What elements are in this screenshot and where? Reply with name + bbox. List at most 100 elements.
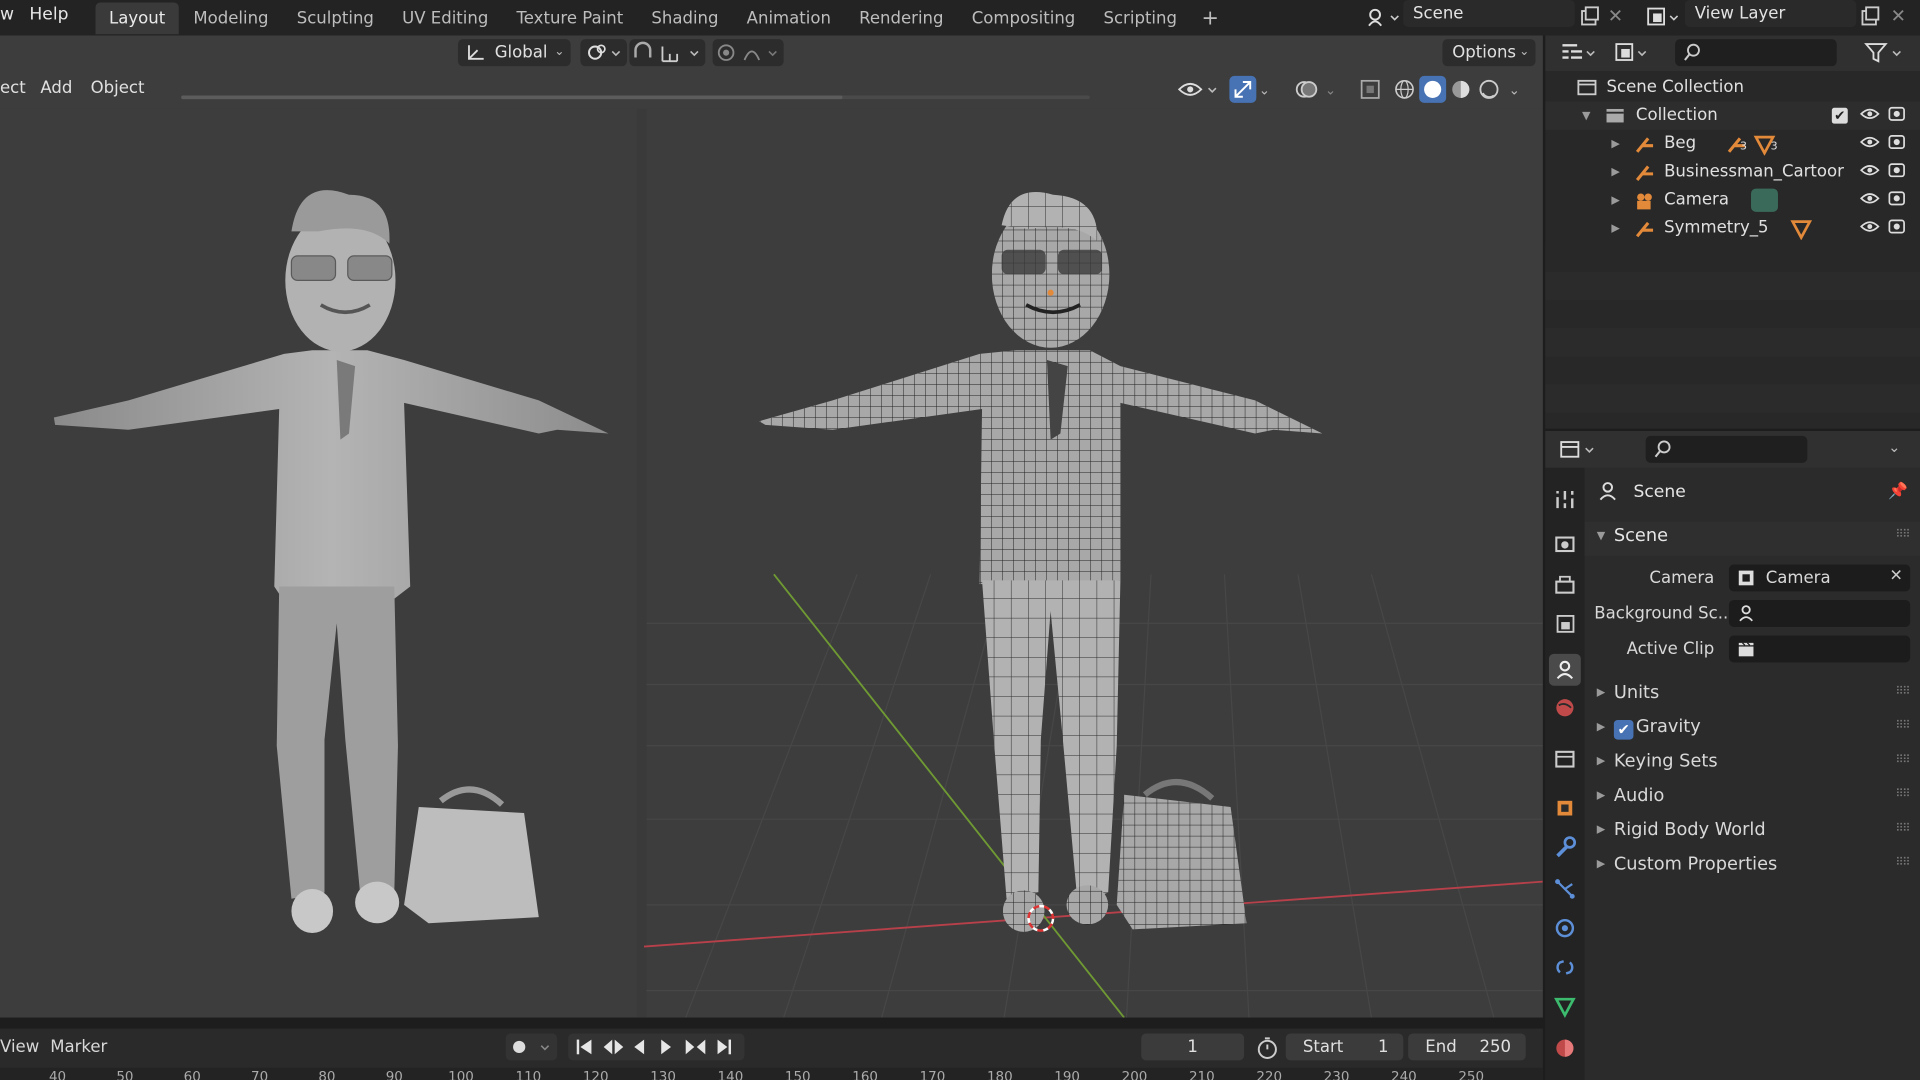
add-workspace-button[interactable]: + xyxy=(1192,2,1229,34)
drag-grip-icon[interactable]: ⠿⠿ xyxy=(1896,789,1913,801)
object-tab-icon[interactable] xyxy=(1553,796,1577,820)
eye-and-render-icons[interactable] xyxy=(1859,106,1908,242)
scene-browse-button[interactable] xyxy=(1362,4,1401,31)
view-layer-tab-icon[interactable] xyxy=(1553,612,1577,636)
outliner-row-scene-collection[interactable]: Scene Collection xyxy=(1545,73,1920,101)
expand-arrow-icon[interactable]: ▶ xyxy=(1597,687,1605,699)
clear-icon[interactable]: ✕ xyxy=(1890,567,1903,585)
physics-tab-icon[interactable] xyxy=(1553,916,1577,940)
delete-view-layer-icon[interactable]: ✕ xyxy=(1891,5,1906,27)
shading-solid[interactable] xyxy=(1419,75,1447,103)
start-frame-field[interactable]: Start 1 xyxy=(1285,1033,1404,1061)
expand-arrow-icon[interactable]: ▶ xyxy=(1597,858,1605,870)
filter-button[interactable] xyxy=(1861,39,1905,66)
display-mode-button[interactable] xyxy=(1611,39,1653,66)
constraints-tab-icon[interactable] xyxy=(1553,955,1577,979)
tab-rendering[interactable]: Rendering xyxy=(846,2,957,34)
modifier-tab-icon[interactable] xyxy=(1553,835,1577,859)
tab-compositing[interactable]: Compositing xyxy=(958,2,1089,34)
tab-uv-editing[interactable]: UV Editing xyxy=(389,2,502,34)
pivot-point-dropdown[interactable] xyxy=(580,39,627,67)
menu-object[interactable]: Object xyxy=(91,78,145,98)
view-layer-name-field[interactable]: View Layer xyxy=(1684,0,1857,27)
auto-keying-toggle[interactable] xyxy=(505,1033,558,1061)
expand-arrow-icon[interactable]: ▶ xyxy=(1597,721,1605,733)
gravity-checkbox[interactable]: ✔ xyxy=(1613,720,1634,740)
menu-view[interactable]: View xyxy=(0,1037,39,1057)
options-dropdown[interactable]: Options ⌄ xyxy=(1442,39,1536,67)
expand-arrow-icon[interactable]: ▶ xyxy=(1611,216,1619,244)
current-frame-field[interactable]: 1 xyxy=(1141,1033,1245,1061)
proportional-editing-group[interactable] xyxy=(712,39,784,67)
expand-arrow-icon[interactable]: ▶ xyxy=(1597,790,1605,802)
tab-modeling[interactable]: Modeling xyxy=(180,2,282,34)
menu-select[interactable]: ect xyxy=(0,78,26,98)
tab-animation[interactable]: Animation xyxy=(733,2,844,34)
overlays-toggle[interactable] xyxy=(1293,76,1320,103)
chevron-down-icon[interactable]: ⌄ xyxy=(1259,82,1270,98)
exclude-checkbox[interactable]: ✔ xyxy=(1831,107,1848,124)
section-gravity[interactable]: ▶ ✔ Gravity ⠿⠿ xyxy=(1584,713,1920,747)
world-tab-icon[interactable] xyxy=(1553,696,1577,720)
drag-grip-icon[interactable]: ⠿⠿ xyxy=(1896,720,1913,732)
view-layer-browse-button[interactable] xyxy=(1643,4,1682,31)
background-scene-field[interactable] xyxy=(1728,600,1911,627)
scene-panel-header[interactable]: ▼ Scene ⠿⠿ xyxy=(1584,521,1920,556)
section-audio[interactable]: ▶ Audio ⠿⠿ xyxy=(1584,781,1920,815)
timeline-ruler[interactable]: 40 50 60 70 80 90 100 110 120 130 140 15… xyxy=(0,1067,1543,1080)
menu-help[interactable]: Help xyxy=(29,5,68,25)
expand-arrow-icon[interactable]: ▶ xyxy=(1597,756,1605,768)
active-clip-field[interactable] xyxy=(1728,635,1911,663)
collapse-arrow-icon[interactable]: ▼ xyxy=(1597,530,1605,542)
properties-search-input[interactable] xyxy=(1645,435,1808,463)
xray-toggle[interactable] xyxy=(1357,76,1384,103)
render-tab-icon[interactable] xyxy=(1553,531,1577,555)
expand-arrow-icon[interactable]: ▶ xyxy=(1611,131,1619,159)
tab-shading[interactable]: Shading xyxy=(638,2,732,34)
menu-marker[interactable]: Marker xyxy=(50,1037,107,1057)
drag-grip-icon[interactable]: ⠿⠿ xyxy=(1896,823,1913,835)
stopwatch-icon[interactable] xyxy=(1255,1036,1279,1060)
expand-arrow-icon[interactable]: ▼ xyxy=(1582,103,1590,131)
3d-viewport[interactable] xyxy=(0,108,1543,1018)
material-tab-icon[interactable] xyxy=(1553,1036,1577,1060)
shading-rendered[interactable] xyxy=(1476,76,1503,103)
drag-grip-icon[interactable]: ⠿⠿ xyxy=(1896,686,1913,698)
playback-icons[interactable] xyxy=(568,1033,744,1060)
tab-sculpting[interactable]: Sculpting xyxy=(283,2,387,34)
tab-texture-paint[interactable]: Texture Paint xyxy=(503,2,637,34)
expand-arrow-icon[interactable]: ▶ xyxy=(1611,187,1619,215)
delete-scene-icon[interactable]: ✕ xyxy=(1608,5,1623,27)
particles-tab-icon[interactable] xyxy=(1553,877,1577,901)
section-rigid-body-world[interactable]: ▶ Rigid Body World ⠿⠿ xyxy=(1584,816,1920,850)
drag-grip-icon[interactable]: ⠿⠿ xyxy=(1896,529,1913,541)
scene-tab-icon[interactable] xyxy=(1548,653,1581,686)
gizmo-toggle[interactable] xyxy=(1229,75,1257,103)
drag-grip-icon[interactable]: ⠿⠿ xyxy=(1896,754,1913,766)
pin-icon[interactable]: 📌 xyxy=(1888,482,1908,500)
tool-tab-icon[interactable] xyxy=(1553,487,1577,511)
editor-type-button[interactable] xyxy=(1558,39,1600,66)
output-tab-icon[interactable] xyxy=(1553,573,1577,597)
drag-grip-icon[interactable]: ⠿⠿ xyxy=(1896,857,1913,869)
tab-scripting[interactable]: Scripting xyxy=(1090,2,1190,34)
section-keying-sets[interactable]: ▶ Keying Sets ⠿⠿ xyxy=(1584,747,1920,781)
camera-field[interactable]: Camera ✕ xyxy=(1728,564,1911,592)
camera-data-icon[interactable] xyxy=(1751,188,1778,212)
section-custom-properties[interactable]: ▶ Custom Properties ⠿⠿ xyxy=(1584,850,1920,884)
snapping-group[interactable] xyxy=(629,39,706,67)
chevron-down-icon[interactable]: ⌄ xyxy=(1325,82,1336,98)
header-scrollbar[interactable] xyxy=(181,95,1090,100)
editor-type-button[interactable] xyxy=(1558,436,1600,463)
expand-arrow-icon[interactable]: ▶ xyxy=(1597,824,1605,836)
tab-layout[interactable]: Layout xyxy=(95,2,179,35)
collection-tab-icon[interactable] xyxy=(1553,747,1577,771)
object-data-tab-icon[interactable] xyxy=(1553,994,1577,1018)
chevron-down-icon[interactable]: ⌄ xyxy=(1509,82,1520,98)
object-visibility-dropdown[interactable] xyxy=(1173,76,1222,103)
shading-material[interactable] xyxy=(1447,76,1474,103)
new-view-layer-icon[interactable] xyxy=(1859,5,1881,27)
chevron-down-icon[interactable]: ⌄ xyxy=(1888,438,1900,455)
end-frame-field[interactable]: End 250 xyxy=(1408,1033,1526,1061)
transform-orientation-dropdown[interactable]: Global ⌄ xyxy=(457,39,571,67)
